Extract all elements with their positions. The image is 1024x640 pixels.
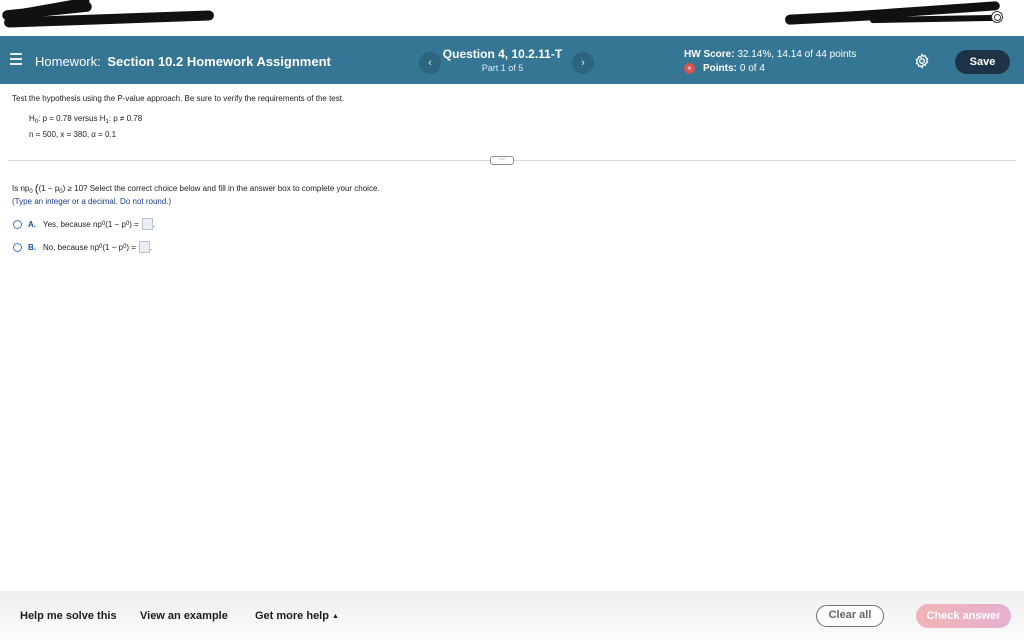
previous-question-button[interactable]: ‹ (419, 52, 441, 74)
browser-top-strip (0, 0, 1024, 36)
given-values: n = 500, x = 380, α = 0.1 (29, 130, 117, 139)
choice-expression: (1 − p (102, 242, 124, 252)
question-part: Part 1 of 5 (481, 63, 524, 73)
question-text: Is np0 ((1 − p0) ≥ 10? Select the correc… (12, 183, 380, 195)
hw-score-value: 32.14%, 14.14 of 44 points (737, 49, 857, 60)
choice-letter: A. (28, 219, 36, 229)
assignment-title: Homework: Section 10.2 Homework Assignme… (35, 54, 331, 69)
clear-all-button[interactable]: Clear all (816, 605, 884, 627)
redaction-mark (869, 14, 1001, 24)
hw-score-label: HW Score: (684, 49, 735, 60)
gear-icon[interactable] (914, 53, 930, 69)
answer-input[interactable] (141, 218, 153, 230)
help-me-solve-link[interactable]: Help me solve this (20, 610, 117, 622)
radio-button[interactable] (13, 219, 22, 229)
hw-score: HW Score: 32.14%, 14.14 of 44 points (684, 49, 856, 60)
save-button[interactable]: Save (955, 50, 1010, 74)
incorrect-icon: × (684, 63, 695, 74)
hamburger-icon[interactable] (10, 53, 22, 65)
check-answer-button[interactable]: Check answer (916, 604, 1011, 628)
question-prefix: Is np (12, 184, 30, 193)
choice-end: ) = (129, 219, 139, 229)
next-question-button[interactable]: › (572, 52, 594, 74)
question-suffix: ) ≥ 10? Select the correct choice below … (62, 184, 380, 193)
h1-text: : p ≠ 0.78 (108, 114, 143, 123)
answer-input[interactable] (138, 241, 150, 253)
points-value: 0 of 4 (739, 63, 765, 74)
choice-letter: B. (28, 242, 36, 252)
get-more-help-link[interactable]: Get more help ▲ (255, 610, 339, 622)
assignment-name: Section 10.2 Homework Assignment (107, 54, 331, 69)
get-more-help-label: Get more help (255, 610, 329, 622)
choice-text: No, because np (43, 242, 100, 252)
h0-text: : p = 0.78 versus H (38, 114, 106, 123)
period: . (149, 242, 153, 252)
assignment-header: Homework: Section 10.2 Homework Assignme… (0, 36, 1024, 84)
view-example-link[interactable]: View an example (140, 610, 228, 622)
choice-b[interactable]: B. No, because np 0 (1 − p 0) = . (13, 241, 152, 253)
target-icon[interactable] (991, 11, 1003, 23)
problem-instructions: Test the hypothesis using the P-value ap… (12, 94, 345, 103)
resize-handle[interactable]: ⋯ (490, 156, 514, 165)
question-points: × Points: 0 of 4 (684, 63, 765, 74)
choice-expression: (1 − p (105, 219, 126, 229)
question-subscript: 0 (29, 189, 33, 195)
period: . (152, 219, 156, 229)
choice-a[interactable]: A. Yes, because np 0 (1 − p 0) = . (13, 218, 155, 230)
answer-hint: (Type an integer or a decimal. Do not ro… (12, 197, 172, 206)
footer-bar: Help me solve this View an example Get m… (0, 591, 1024, 640)
assignment-prefix: Homework: (35, 54, 101, 69)
question-title: Question 4, 10.2.11-T (442, 47, 563, 61)
hypotheses: H0: p = 0.78 versus H1: p ≠ 0.78 (29, 114, 142, 125)
radio-button[interactable] (13, 242, 22, 252)
points-label: Points: (703, 63, 737, 74)
choice-end: ) = (126, 242, 136, 252)
choice-text: Yes, because np (43, 219, 102, 229)
question-middle: (1 − p (38, 184, 60, 193)
caret-up-icon: ▲ (331, 613, 339, 620)
